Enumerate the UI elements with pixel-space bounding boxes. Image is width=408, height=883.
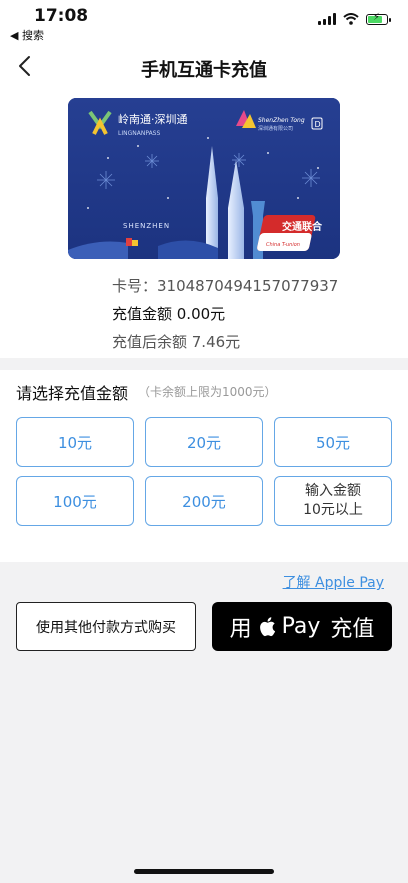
balance-after-recharge: 充值后余额 7.46元 — [112, 333, 241, 351]
svg-text:D: D — [315, 120, 321, 129]
apple-pay-suffix: 充值 — [330, 616, 375, 642]
apple-pay-prefix: 用 — [229, 616, 252, 642]
apple-pay-button[interactable]: 用 Pay 充值 — [212, 602, 392, 651]
status-icons: ⚡ — [318, 12, 391, 25]
other-payment-button[interactable]: 使用其他付款方式购买 — [16, 602, 196, 651]
wifi-icon — [343, 13, 359, 25]
amount-option-50[interactable]: 50元 — [274, 417, 392, 467]
apple-pay-word: Pay — [281, 614, 321, 639]
amount-section-title: 请选择充值金额 — [16, 384, 129, 403]
amount-option-200[interactable]: 200元 — [145, 476, 263, 526]
balance-limit-hint: （卡余额上限为1000元） — [138, 385, 277, 399]
page-title: 手机互通卡充值 — [141, 60, 267, 81]
custom-amount-line1: 输入金额 — [305, 483, 361, 499]
battery-icon: ⚡ — [366, 12, 391, 25]
recharge-amount: 充值金额 0.00元 — [112, 305, 226, 323]
home-indicator[interactable] — [134, 869, 274, 874]
custom-amount-line2: 10元以上 — [303, 502, 363, 518]
card-union-cn: 交通联合 — [282, 220, 323, 233]
learn-apple-pay-link[interactable]: 了解 Apple Pay — [283, 572, 384, 592]
apple-logo-icon — [259, 617, 275, 637]
card-union-en: China T-union — [266, 242, 300, 248]
custom-amount-button[interactable]: 输入金额 10元以上 — [274, 476, 392, 526]
status-time: 17:08 — [34, 6, 89, 26]
amount-option-100[interactable]: 100元 — [16, 476, 134, 526]
amount-selection-section: 请选择充值金额 （卡余额上限为1000元） 10元 20元 50元 100元 2… — [0, 370, 408, 562]
card-brand-en: LINGNANPASS — [118, 130, 160, 137]
card-partner: ShenZhen Tong — [258, 117, 305, 124]
card-brand-cn: 岭南通·深圳通 — [118, 112, 188, 126]
card-number: 卡号：3104870494157077937 — [112, 277, 339, 295]
amount-option-20[interactable]: 20元 — [145, 417, 263, 467]
card-partner-cn: 深圳通有限公司 — [258, 125, 293, 132]
signal-icon — [318, 13, 336, 25]
card-city: SHENZHEN — [123, 222, 170, 230]
amount-option-10[interactable]: 10元 — [16, 417, 134, 467]
back-to-search-link[interactable]: ◀ 搜索 — [10, 27, 44, 43]
transit-card-image: 岭南通·深圳通 LINGNANPASS ShenZhen Tong 深圳通有限公… — [68, 98, 340, 259]
